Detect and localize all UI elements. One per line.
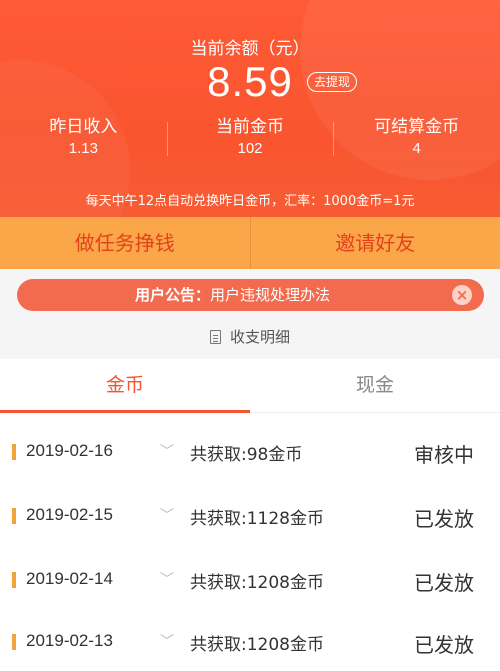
bullet-marker: [12, 444, 16, 460]
stat-label: 当前金币: [216, 117, 284, 137]
tab-cash[interactable]: 现金: [250, 359, 500, 412]
announcement-text: 用户违规处理办法: [210, 286, 331, 304]
close-icon[interactable]: ×: [452, 285, 472, 305]
list-item[interactable]: 2019-02-15 ﹀ 共获取:1128金币 已发放: [0, 481, 500, 545]
document-icon: [209, 330, 221, 344]
transaction-details-label: 收支明细: [229, 328, 290, 346]
tab-coins[interactable]: 金币: [0, 359, 250, 413]
stat-value: 4: [412, 140, 421, 157]
chevron-down-icon[interactable]: ﹀: [160, 505, 174, 525]
stats-row: 昨日收入 1.13 当前金币 102 可结算金币 4: [0, 116, 500, 162]
stat-value: 1.13: [68, 140, 98, 157]
record-description: 共获取:1208金币: [190, 573, 324, 593]
record-list: 2019-02-16 ﹀ 共获取:98金币 审核中 2019-02-15 ﹀ 共…: [0, 413, 500, 671]
record-description: 共获取:98金币: [190, 445, 303, 465]
stat-label: 昨日收入: [49, 117, 118, 137]
chevron-down-icon[interactable]: ﹀: [160, 569, 174, 589]
announcement-title: 用户公告：: [135, 286, 211, 304]
record-date: 2019-02-15: [26, 505, 113, 524]
bullet-marker: [12, 508, 16, 524]
tasks-button[interactable]: 做任务挣钱: [0, 217, 250, 269]
list-item[interactable]: 2019-02-13 ﹀ 共获取:1208金币 已发放: [0, 607, 500, 671]
stat-label: 可结算金币: [374, 117, 460, 137]
chevron-down-icon[interactable]: ﹀: [160, 631, 174, 651]
invite-friends-button[interactable]: 邀请好友: [249, 217, 500, 269]
transaction-details-link[interactable]: 收支明细: [0, 326, 500, 347]
stat-settleable-coins[interactable]: 可结算金币 4: [333, 116, 500, 162]
record-date: 2019-02-14: [26, 569, 113, 588]
exchange-notice: 每天中午12点自动兑换昨日金币，汇率：1000金币=1元: [85, 194, 415, 209]
bullet-marker: [12, 634, 16, 650]
stat-value: 102: [237, 140, 263, 157]
record-status: 已发放: [414, 571, 474, 595]
balance-header: 当前余额（元） 8.59 去提现 昨日收入 1.13 当前金币 102 可结算金…: [0, 0, 500, 217]
list-item[interactable]: 2019-02-14 ﹀ 共获取:1208金币 已发放: [0, 545, 500, 609]
record-status: 已发放: [414, 507, 474, 531]
list-item[interactable]: 2019-02-16 ﹀ 共获取:98金币 审核中: [0, 417, 500, 481]
tab-bar: 金币 现金: [0, 359, 500, 413]
balance-value: 8.59: [207, 58, 293, 105]
record-description: 共获取:1208金币: [190, 635, 324, 655]
announcement-banner[interactable]: 用户公告：用户违规处理办法 ×: [17, 279, 484, 311]
record-date: 2019-02-16: [26, 441, 113, 460]
record-date: 2019-02-13: [26, 631, 113, 650]
stat-current-coins[interactable]: 当前金币 102: [166, 116, 334, 162]
action-bar: 做任务挣钱 邀请好友: [0, 217, 500, 269]
balance-row: 8.59: [0, 58, 500, 106]
balance-label: 当前余额（元）: [190, 39, 310, 59]
withdraw-button[interactable]: 去提现: [307, 72, 358, 92]
bullet-marker: [12, 572, 16, 588]
stat-yesterday-income[interactable]: 昨日收入 1.13: [0, 116, 167, 162]
record-description: 共获取:1128金币: [190, 509, 324, 529]
chevron-down-icon[interactable]: ﹀: [160, 441, 174, 461]
record-status: 审核中: [414, 443, 474, 467]
record-status: 已发放: [414, 633, 474, 657]
